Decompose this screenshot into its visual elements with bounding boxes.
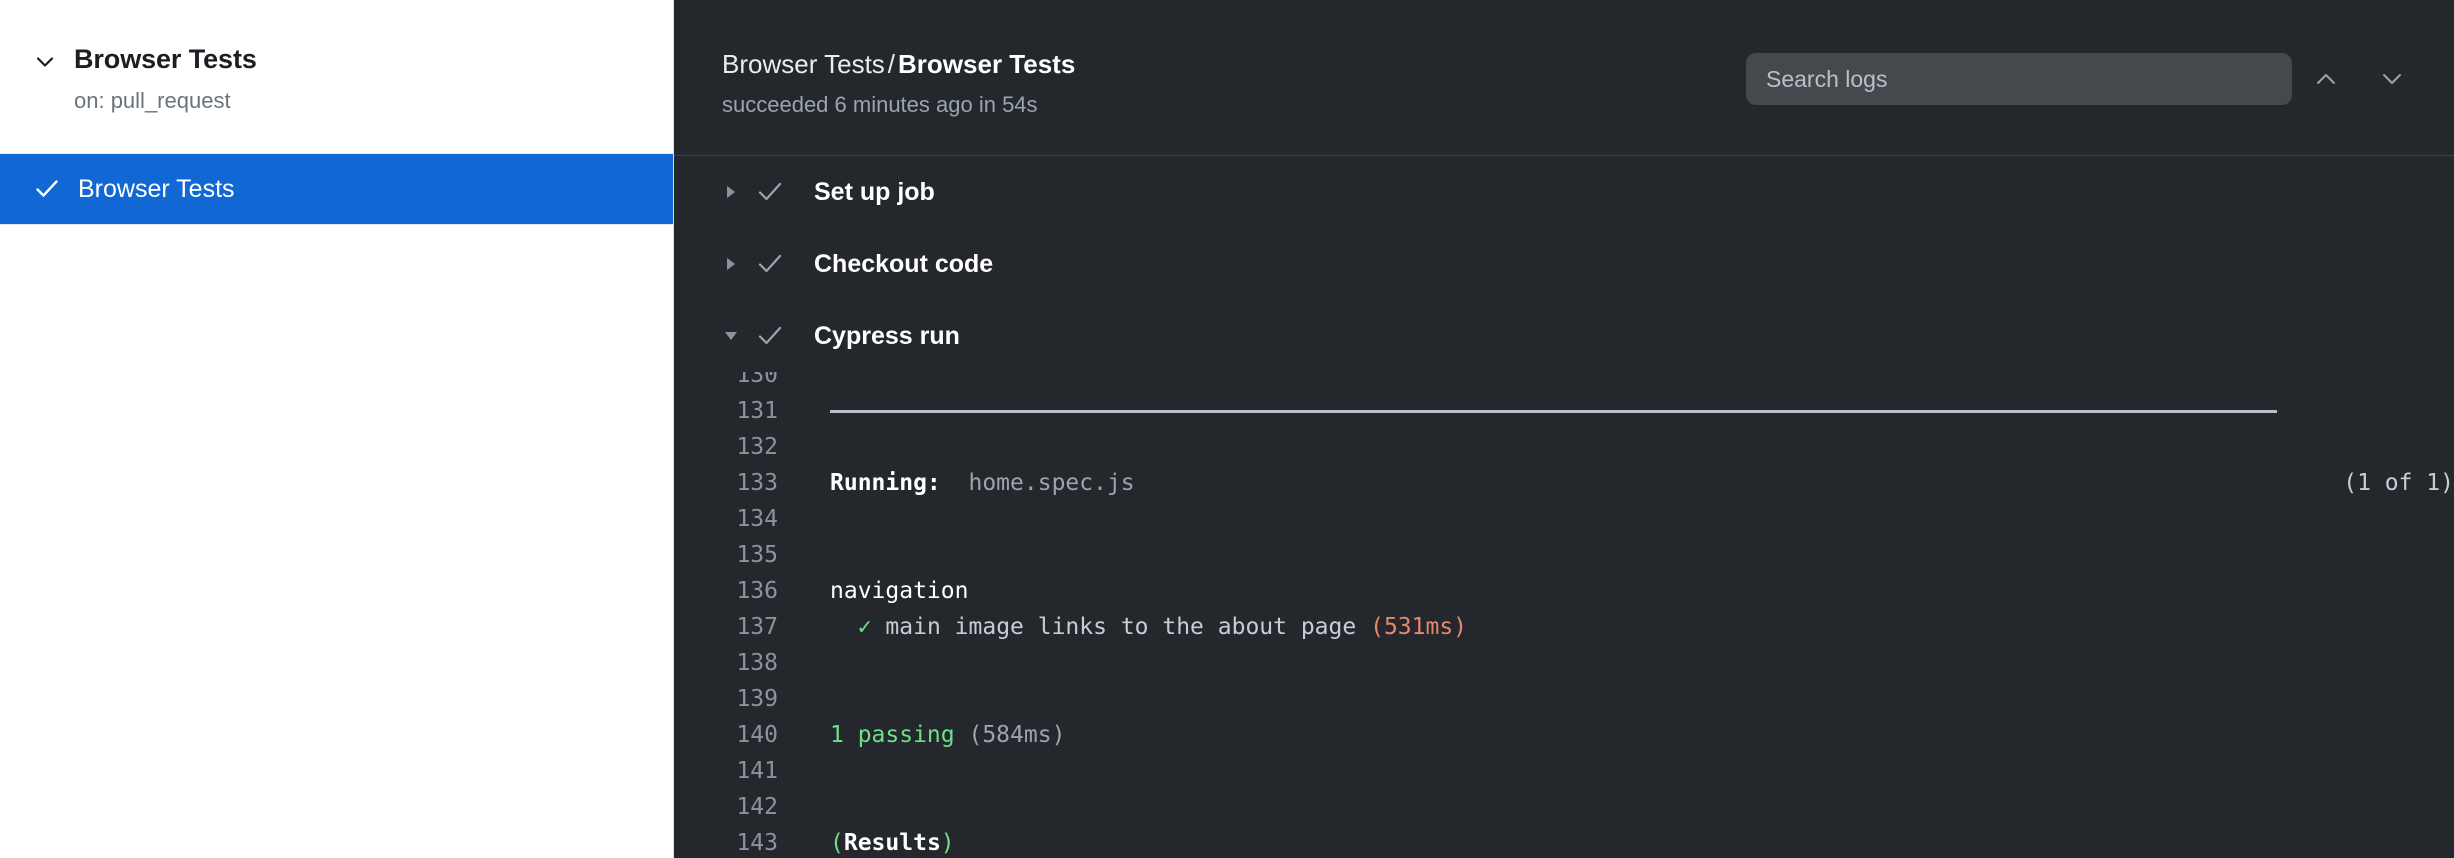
- log-line: 141: [674, 753, 2454, 789]
- line-content: navigation: [794, 578, 2454, 604]
- workflow-run-page: Browser Tests on: pull_request Browser T…: [0, 0, 2454, 858]
- line-number: 143: [736, 830, 778, 856]
- log-line: 130: [674, 372, 2454, 393]
- triangle-right-icon: [722, 255, 756, 273]
- sidebar-job-label: Browser Tests: [78, 174, 235, 203]
- check-icon: [34, 176, 60, 202]
- spec-counter: (1 of 1): [2343, 470, 2454, 496]
- log-line: 132: [674, 429, 2454, 465]
- search-next-button[interactable]: [2360, 51, 2424, 107]
- chevron-down-icon: [2377, 64, 2407, 94]
- chevron-down-icon[interactable]: [34, 51, 56, 73]
- sidebar-job-browser-tests[interactable]: Browser Tests: [0, 154, 673, 224]
- test-spacer: [872, 614, 886, 640]
- spec-file-name: home.spec.js: [968, 470, 1135, 496]
- step-name: Cypress run: [814, 321, 960, 350]
- line-number: 135: [736, 542, 778, 568]
- line-number: 142: [736, 794, 778, 820]
- log-header-controls: [1746, 47, 2424, 107]
- breadcrumb: Browser Tests / Browser Tests: [722, 49, 1075, 80]
- jobs-sidebar: Browser Tests on: pull_request Browser T…: [0, 0, 674, 858]
- line-content: Running: home.spec.js (1 of 1): [794, 470, 2454, 496]
- summary-spacer: [955, 722, 969, 748]
- running-spacer: [941, 470, 969, 496]
- log-line: 131: [674, 393, 2454, 429]
- log-panel-inner: Browser Tests / Browser Tests succeeded 6 …: [674, 9, 2454, 858]
- log-line: 137 ✓ main image links to the about page…: [674, 609, 2454, 645]
- log-header: Browser Tests / Browser Tests succeeded 6 …: [674, 9, 2454, 156]
- test-indent: [830, 614, 858, 640]
- search-logs-input[interactable]: [1746, 53, 2292, 105]
- line-content: ✓ main image links to the about page (53…: [794, 614, 2454, 640]
- log-line: 140 1 passing (584ms): [674, 717, 2454, 753]
- results-close-paren: ): [940, 830, 955, 856]
- log-line: 143 (Results): [674, 825, 2454, 858]
- log-line: 135: [674, 537, 2454, 573]
- test-duration: (531ms): [1370, 614, 1468, 640]
- steps-list: Set up job Checkout code Cypress run 130…: [674, 156, 2454, 858]
- line-number: 136: [736, 578, 778, 604]
- test-spacer-2: [1356, 614, 1370, 640]
- breadcrumb-parent[interactable]: Browser Tests: [722, 49, 885, 79]
- line-content: (Results): [794, 830, 2454, 856]
- breadcrumb-current: Browser Tests: [898, 49, 1076, 79]
- log-line: 139: [674, 681, 2454, 717]
- log-line: 133 Running: home.spec.js (1 of 1): [674, 465, 2454, 501]
- line-number: 130: [736, 372, 778, 388]
- results-label: Results: [843, 830, 941, 856]
- suite-name: navigation: [830, 578, 969, 604]
- step-name: Checkout code: [814, 249, 994, 278]
- log-scroll-content: 130 131 132 133 Running: home.spec.js (1…: [674, 372, 2454, 858]
- workflow-trigger: on: pull_request: [74, 88, 231, 113]
- step-name: Set up job: [814, 177, 935, 206]
- line-number: 138: [736, 650, 778, 676]
- line-number: 140: [736, 722, 778, 748]
- breadcrumb-separator: /: [887, 49, 896, 79]
- log-line: 134: [674, 501, 2454, 537]
- step-row-set-up-job[interactable]: Set up job: [674, 156, 2454, 228]
- summary-duration: (584ms): [968, 722, 1066, 748]
- test-title: main image links to the about page: [885, 614, 1357, 640]
- log-line: 136 navigation: [674, 573, 2454, 609]
- triangle-right-icon: [722, 183, 756, 201]
- step-row-checkout-code[interactable]: Checkout code: [674, 228, 2454, 300]
- log-output[interactable]: 130 131 132 133 Running: home.spec.js (1…: [674, 372, 2454, 858]
- line-content: 1 passing (584ms): [794, 722, 2454, 748]
- step-row-cypress-run[interactable]: Cypress run: [674, 300, 2454, 372]
- passing-count: 1 passing: [830, 722, 955, 748]
- line-number: 137: [736, 614, 778, 640]
- line-number: 131: [736, 398, 778, 424]
- line-content: [794, 409, 2454, 413]
- workflow-header: Browser Tests on: pull_request: [0, 0, 673, 153]
- log-line: 142: [674, 789, 2454, 825]
- check-icon: [756, 178, 814, 206]
- chevron-up-icon: [2311, 64, 2341, 94]
- running-label: Running:: [830, 470, 941, 496]
- log-panel: Browser Tests / Browser Tests succeeded 6 …: [674, 0, 2454, 858]
- results-open-paren: (: [830, 830, 844, 856]
- log-line: 138: [674, 645, 2454, 681]
- search-prev-button[interactable]: [2294, 51, 2358, 107]
- run-status-text: succeeded 6 minutes ago in 54s: [722, 92, 1038, 117]
- workflow-name: Browser Tests: [74, 44, 257, 74]
- test-pass-check-icon: ✓: [857, 614, 872, 640]
- line-number: 132: [736, 434, 778, 460]
- log-horizontal-rule: [830, 409, 2277, 413]
- line-number: 133: [736, 470, 778, 496]
- triangle-down-icon: [722, 327, 756, 345]
- sidebar-divider-bottom: [0, 224, 673, 225]
- line-number: 141: [736, 758, 778, 784]
- check-icon: [756, 322, 814, 350]
- line-number: 134: [736, 506, 778, 532]
- line-number: 139: [736, 686, 778, 712]
- breadcrumb-block: Browser Tests / Browser Tests succeeded 6 …: [722, 47, 1075, 118]
- check-icon: [756, 250, 814, 278]
